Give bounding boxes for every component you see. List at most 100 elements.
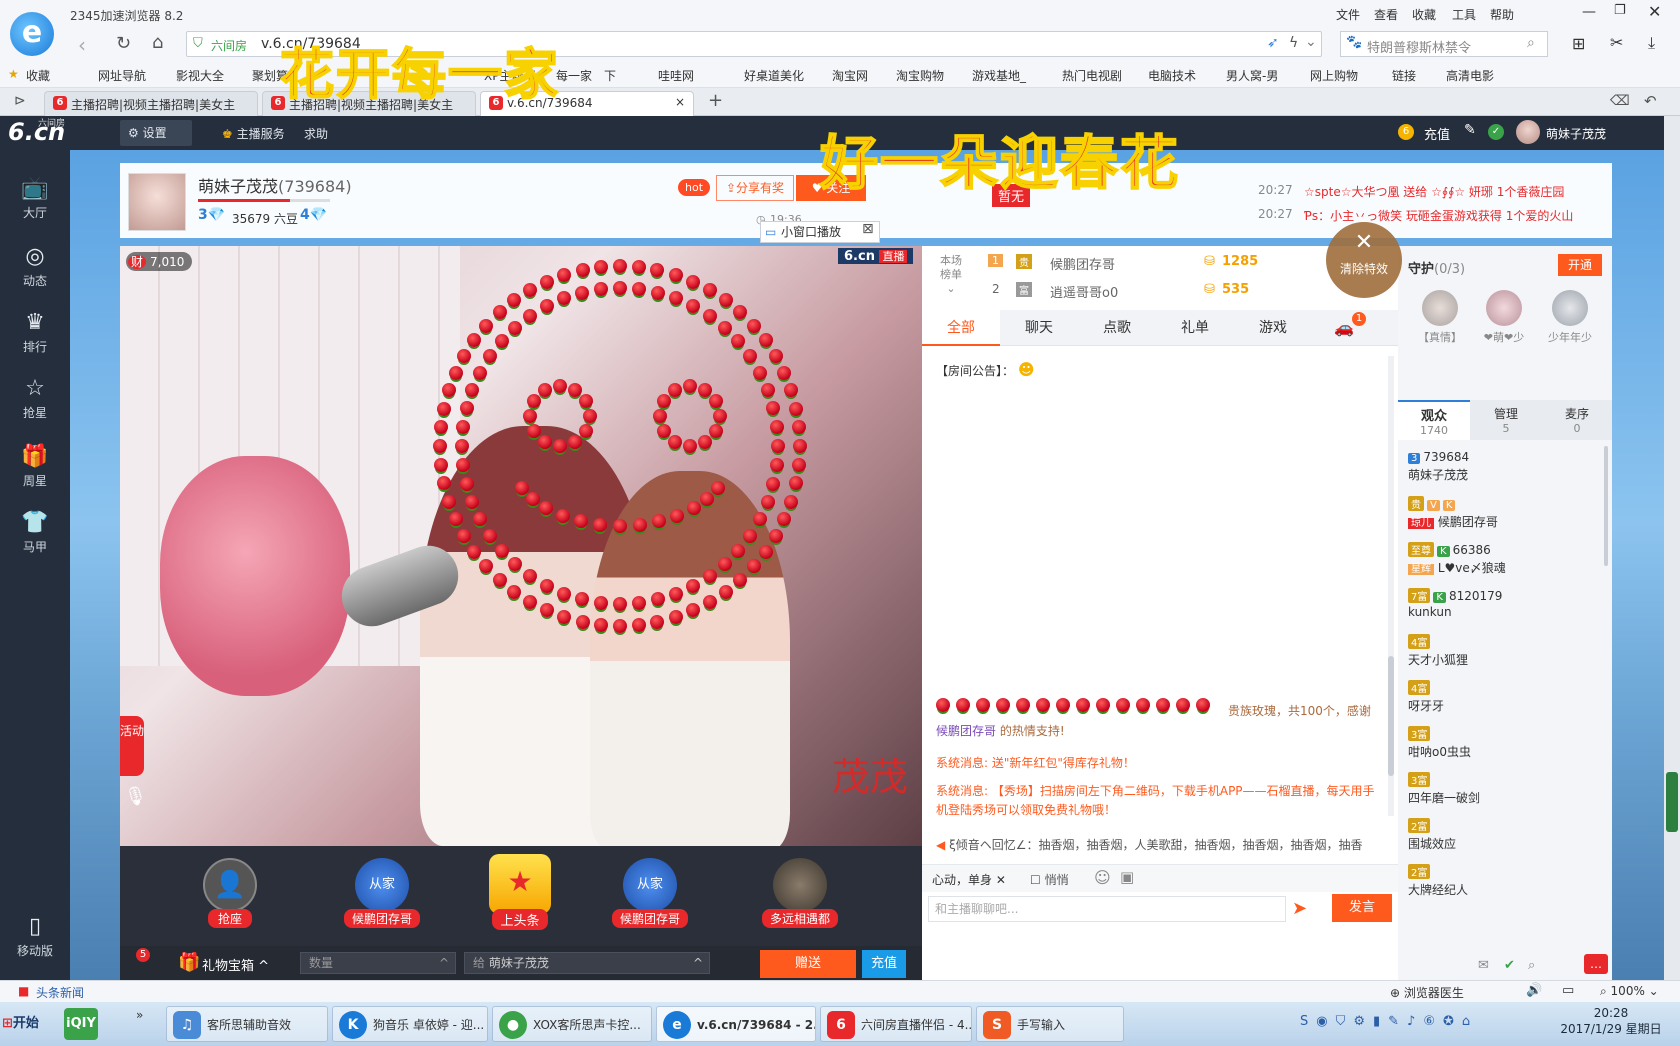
- avatar[interactable]: [1516, 120, 1540, 144]
- close-window-icon[interactable]: ✕: [1648, 2, 1661, 21]
- minimize-icon[interactable]: —: [1582, 4, 1596, 20]
- search-box[interactable]: 🐾 特朗普穆斯林禁令 ⌕: [1340, 31, 1548, 57]
- left-nav-hall[interactable]: 📺 大厅: [0, 172, 70, 232]
- left-nav-feed[interactable]: ◎ 动态: [0, 240, 70, 300]
- browser-tab[interactable]: 6 主播招聘|视频主播招聘|美女主: [44, 91, 258, 116]
- back-icon[interactable]: ‹: [78, 33, 86, 57]
- guard-member[interactable]: 【真情】: [1412, 290, 1468, 345]
- edit-icon[interactable]: ✎: [1464, 122, 1476, 138]
- trash-icon[interactable]: ⌫: [1610, 93, 1630, 109]
- browser-doctor[interactable]: ⊕ 浏览器医生: [1390, 984, 1464, 1001]
- settings-button[interactable]: ⚙ 设置: [120, 120, 192, 146]
- scissors-icon[interactable]: ✂: [1610, 33, 1623, 52]
- taskbar-item[interactable]: ● XOX客所思声卡控...: [492, 1006, 652, 1042]
- username-link[interactable]: 萌妹子茂茂: [1546, 125, 1606, 142]
- taskbar-item-active[interactable]: e v.6.cn/739684 - 2...: [656, 1006, 816, 1042]
- page-scrollbar[interactable]: [1664, 116, 1680, 980]
- menu-view[interactable]: 查看: [1374, 6, 1398, 23]
- clock[interactable]: 20:28 2017/1/29 星期日: [1556, 1006, 1666, 1037]
- live-video[interactable]: 财 7,010 6.cn 直播 活动 🎙 茂茂: [120, 246, 922, 846]
- help-link[interactable]: 求助: [304, 125, 328, 142]
- recharge-button[interactable]: 充值: [862, 950, 906, 978]
- anchor-name[interactable]: 萌妹子茂茂(739684): [198, 173, 352, 197]
- fav-item[interactable]: 哇哇网: [658, 67, 694, 84]
- chat-scrollbar[interactable]: [1388, 356, 1394, 816]
- address-dropdown-icon[interactable]: ⌄: [1305, 34, 1317, 50]
- emoji-icon[interactable]: ☺: [1094, 868, 1111, 887]
- chat-input[interactable]: 和主播聊聊吧...: [928, 896, 1286, 922]
- start-button[interactable]: ⊞开始: [2, 1010, 39, 1038]
- anchor-avatar[interactable]: [128, 173, 186, 231]
- home-icon[interactable]: ⌂: [152, 32, 163, 53]
- list-item[interactable]: 2富 大牌经纪人: [1408, 864, 1608, 898]
- fav-item[interactable]: 高清电影: [1446, 67, 1494, 84]
- taskbar-item[interactable]: 6 六间房直播伴侣 - 4...: [820, 1006, 972, 1042]
- left-nav-star[interactable]: ☆ 抢星: [0, 372, 70, 432]
- send-chat-button[interactable]: 发言: [1332, 894, 1392, 922]
- car-icon[interactable]: 🚗: [1334, 318, 1354, 337]
- headline-news-link[interactable]: 头条新闻: [36, 984, 84, 1001]
- ok-icon[interactable]: ✔: [1504, 958, 1515, 973]
- fav-item[interactable]: 游戏基地_: [972, 67, 1026, 84]
- rocket-icon[interactable]: ➶: [1267, 35, 1279, 51]
- fav-item[interactable]: 电脑技术: [1148, 67, 1196, 84]
- list-item[interactable]: 7富 K 8120179 kunkun: [1408, 588, 1608, 619]
- lightning-icon[interactable]: ϟ: [1289, 35, 1298, 51]
- fav-item[interactable]: 下: [604, 67, 616, 84]
- close-tab-icon[interactable]: ×: [675, 95, 685, 109]
- list-item[interactable]: 3富 四年磨一破剑: [1408, 772, 1608, 806]
- fav-item[interactable]: 链接: [1392, 67, 1416, 84]
- window-mode-icon[interactable]: ▭: [1562, 983, 1574, 998]
- search-icon[interactable]: ⌕: [1527, 35, 1535, 51]
- new-tab-icon[interactable]: +: [708, 90, 723, 111]
- menu-favorites[interactable]: 收藏: [1412, 6, 1436, 23]
- fav-item[interactable]: 每一家: [556, 67, 592, 84]
- fav-item[interactable]: 网址导航: [98, 67, 146, 84]
- send-plane-icon[interactable]: ➤: [1292, 898, 1307, 919]
- fav-item[interactable]: 男人窝-男: [1226, 67, 1278, 84]
- list-item[interactable]: 3富 咁呐o0虫虫: [1408, 726, 1608, 760]
- chat-mode-select[interactable]: 心动，单身 ✕: [932, 871, 1006, 888]
- fav-item[interactable]: 淘宝网: [832, 67, 868, 84]
- taskbar-item[interactable]: K 狗音乐 卓依婷 - 迎...: [332, 1006, 488, 1042]
- clear-effects-button[interactable]: ✕ 清除特效: [1326, 222, 1402, 298]
- chat-bubble-icon[interactable]: …: [1584, 954, 1608, 974]
- left-nav-vest[interactable]: 👕 马甲: [0, 506, 70, 566]
- zoom-level[interactable]: ⌕ 100% ⌄: [1600, 984, 1659, 999]
- grid-icon[interactable]: ⊞: [1572, 34, 1585, 53]
- site-logo[interactable]: 6.cn 六间房: [8, 118, 65, 146]
- fav-item[interactable]: 网上购物: [1310, 67, 1358, 84]
- guard-member[interactable]: ❤萌❤少: [1476, 290, 1532, 345]
- mail-icon[interactable]: ✉: [1478, 958, 1489, 973]
- fav-item[interactable]: 淘宝购物: [896, 67, 944, 84]
- mini-play-close-icon[interactable]: ⊠: [862, 221, 874, 237]
- tab-gifts[interactable]: 礼单: [1156, 310, 1234, 346]
- seat-slot[interactable]: 从家 候鹏团存哥: [322, 854, 442, 942]
- tab-mic-queue[interactable]: 麦序 0: [1542, 400, 1612, 440]
- search-input[interactable]: 特朗普穆斯林禁令: [1367, 37, 1471, 56]
- tab-admins[interactable]: 管理 5: [1470, 400, 1542, 440]
- download-icon[interactable]: ⤓: [1648, 33, 1655, 53]
- taskbar-item[interactable]: S 手写输入: [976, 1006, 1124, 1042]
- left-nav-week-star[interactable]: 🎁 周星: [0, 440, 70, 500]
- tab-all[interactable]: 全部: [922, 310, 1000, 346]
- whisper-checkbox[interactable]: ☐ 悄悄: [1030, 871, 1069, 888]
- taskbar-item[interactable]: ♫ 客所思辅助音效: [166, 1006, 328, 1042]
- tab-songs[interactable]: 点歌: [1078, 310, 1156, 346]
- rank-row[interactable]: 2 富 逍遥哥哥o0 ⛁ 535: [922, 282, 1398, 312]
- close-icon[interactable]: ✕: [996, 873, 1006, 887]
- image-icon[interactable]: ▣: [1120, 868, 1134, 886]
- page-scroll-thumb[interactable]: [1666, 772, 1678, 832]
- favorites-label[interactable]: 收藏: [26, 67, 50, 84]
- anchor-service-link[interactable]: ♚ 主播服务: [222, 125, 285, 142]
- share-button[interactable]: ⇪分享有奖: [716, 175, 794, 201]
- left-nav-rank[interactable]: ♛ 排行: [0, 306, 70, 366]
- treasure-button[interactable]: 礼物宝箱 ^: [202, 955, 269, 974]
- list-item[interactable]: 2富 围城效应: [1408, 818, 1608, 852]
- seat-slot[interactable]: 👤 抢座: [170, 854, 290, 942]
- list-item[interactable]: 4富 天才小狐狸: [1408, 634, 1608, 668]
- audience-scrollbar[interactable]: [1604, 446, 1608, 566]
- list-item[interactable]: 贵 V K 琼儿 候鹏团存哥: [1408, 496, 1608, 530]
- left-nav-mobile[interactable]: ▯ 移动版: [0, 910, 70, 970]
- recipient-select[interactable]: 给 萌妹子茂茂 ^: [464, 952, 710, 974]
